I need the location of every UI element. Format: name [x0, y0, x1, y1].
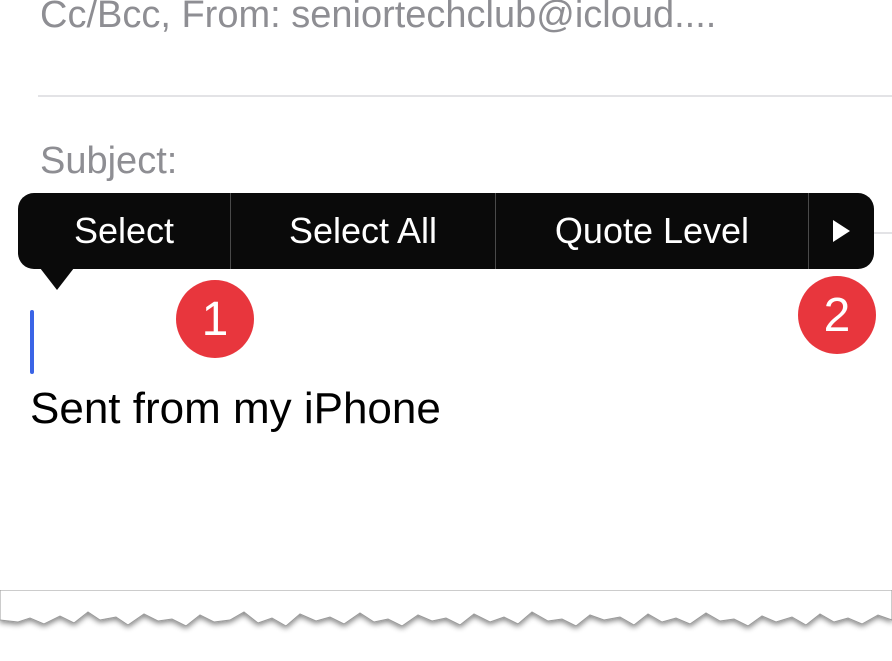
- menu-pointer-arrow: [40, 268, 74, 290]
- callout-badge-2: 2: [798, 276, 876, 354]
- callout-badge-1: 1: [176, 280, 254, 358]
- select-all-menu-item[interactable]: Select All: [231, 193, 495, 269]
- select-menu-item[interactable]: Select: [18, 193, 230, 269]
- edit-context-menu: Select Select All Quote Level: [18, 193, 874, 269]
- email-signature[interactable]: Sent from my iPhone: [30, 384, 441, 434]
- text-cursor: [30, 310, 34, 374]
- quote-level-menu-item[interactable]: Quote Level: [496, 193, 808, 269]
- more-options-button[interactable]: [809, 193, 874, 269]
- torn-paper-edge: [0, 590, 892, 627]
- field-divider: [38, 95, 892, 97]
- cc-bcc-from-field[interactable]: Cc/Bcc, From: seniortechclub@icloud....: [40, 0, 716, 37]
- subject-field-label[interactable]: Subject:: [40, 140, 177, 183]
- right-triangle-icon: [833, 220, 850, 242]
